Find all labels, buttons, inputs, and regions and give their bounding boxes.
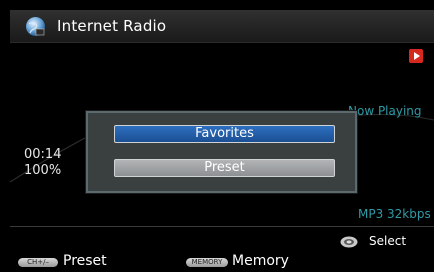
ch-button-icon: CH+/– <box>18 258 58 267</box>
globe-icon <box>26 17 45 36</box>
format-info: MP3 32kbps <box>358 207 431 221</box>
play-indicator-icon <box>409 49 423 63</box>
select-label: Select <box>369 234 407 248</box>
page-title: Internet Radio <box>57 17 167 35</box>
memory-hint-label: Memory <box>232 253 289 269</box>
preset-option[interactable]: Preset <box>114 159 335 177</box>
preset-hint-label: Preset <box>63 253 107 269</box>
screen: Internet Radio Now Playing 00:14 100% MP… <box>0 0 434 272</box>
favorites-option[interactable]: Favorites <box>114 125 335 143</box>
ok-icon <box>340 236 358 248</box>
header-bar: Internet Radio <box>10 10 434 43</box>
source-popup: Favorites Preset <box>86 111 357 193</box>
memory-button-icon: MEMORY <box>186 258 228 267</box>
elapsed-time: 00:14 <box>24 147 62 162</box>
buffer-level: 100% <box>24 163 62 178</box>
now-playing-label: Now Playing <box>348 104 422 118</box>
